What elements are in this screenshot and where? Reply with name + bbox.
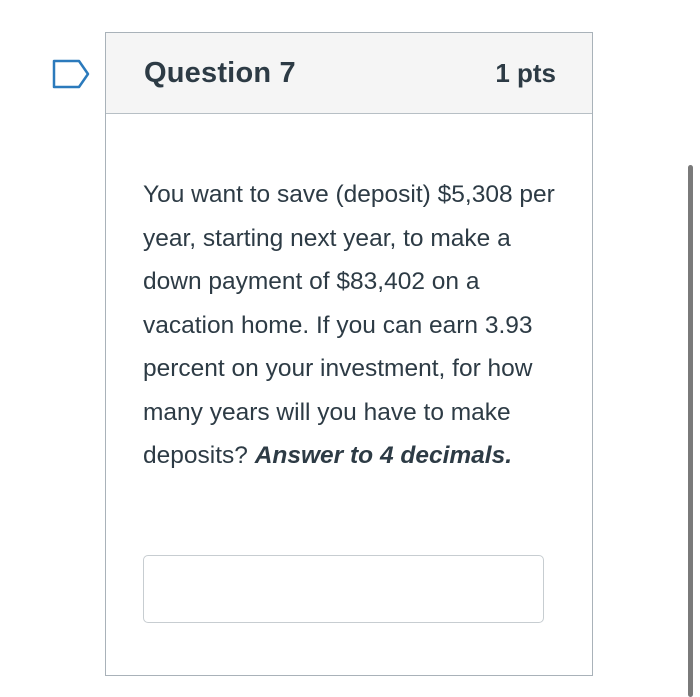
answer-instruction: Answer to 4 decimals. (254, 442, 513, 469)
scrollbar[interactable] (688, 165, 693, 697)
question-points: 1 pts (495, 57, 556, 88)
answer-input[interactable] (143, 555, 544, 623)
question-prompt: You want to save (deposit) $5,308 per ye… (143, 181, 555, 469)
question-text: You want to save (deposit) $5,308 per ye… (143, 173, 563, 478)
question-title: Question 7 (144, 56, 296, 89)
question-card: Question 7 1 pts You want to save (depos… (105, 32, 593, 676)
question-header: Question 7 1 pts (106, 33, 592, 114)
bookmark-flag-icon[interactable] (52, 59, 90, 89)
